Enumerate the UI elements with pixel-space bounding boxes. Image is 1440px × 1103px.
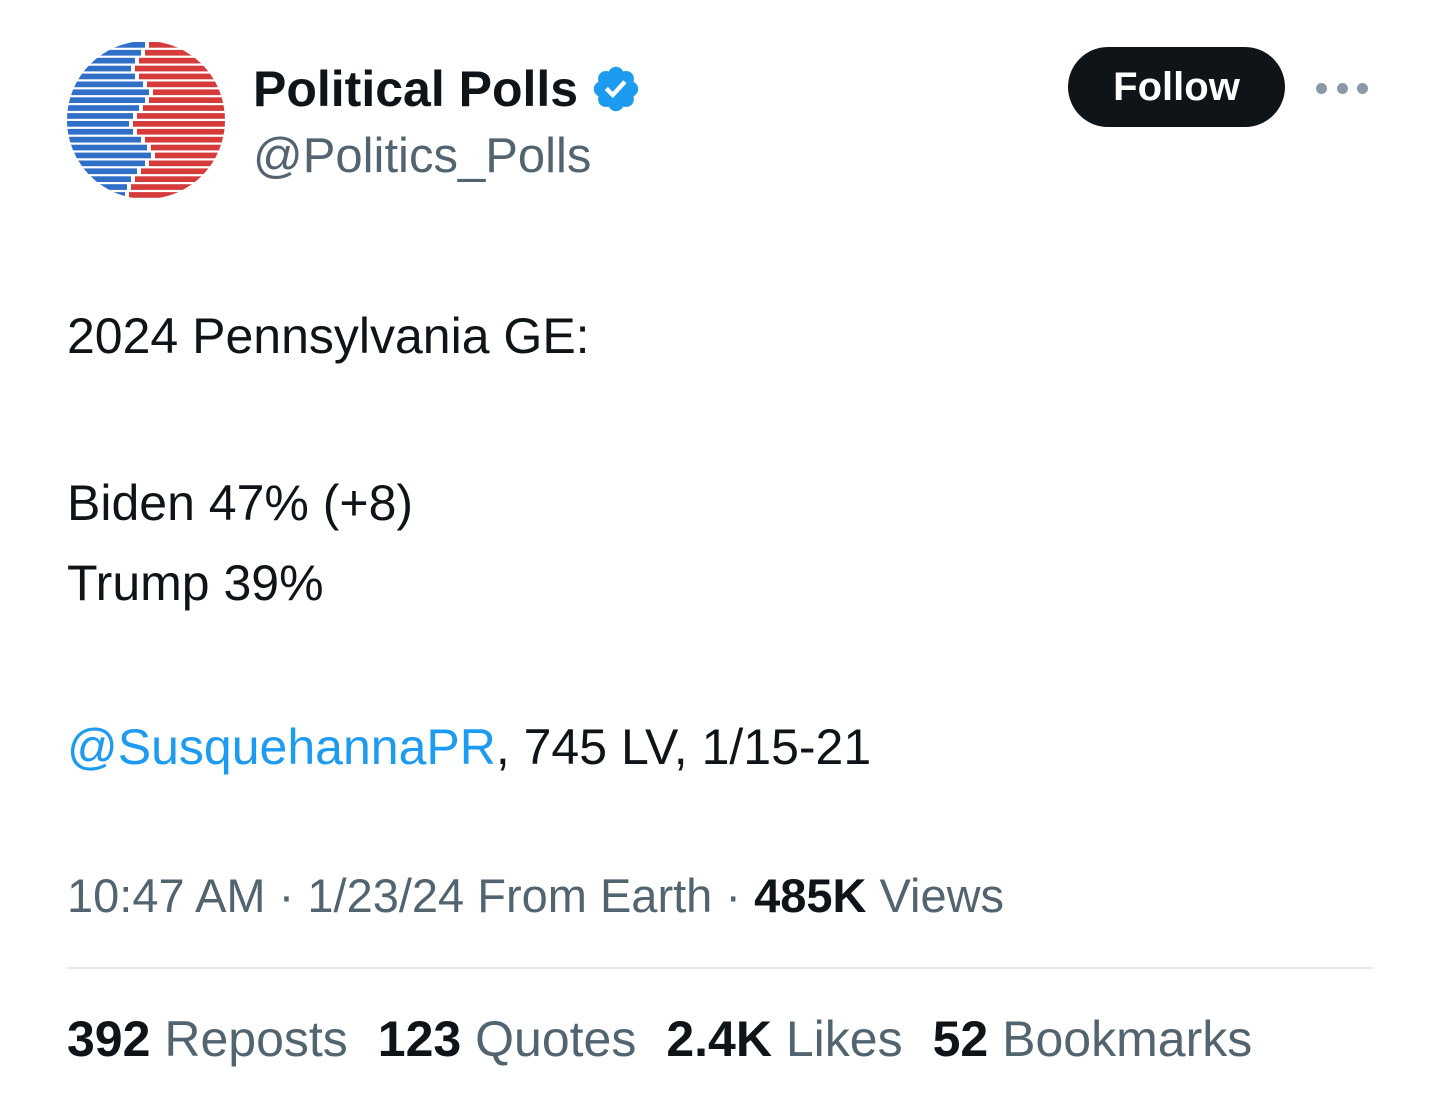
more-options-icon[interactable] bbox=[1316, 76, 1368, 100]
tweet-line-biden: Biden 47% (+8) bbox=[67, 475, 414, 531]
tweet-line-source: @SusquehannaPR, 745 LV, 1/15-21 bbox=[67, 707, 1367, 787]
follow-button[interactable]: Follow bbox=[1068, 47, 1285, 127]
bookmarks-count: 52 bbox=[932, 1011, 989, 1067]
verified-badge-icon[interactable] bbox=[590, 63, 642, 115]
source-details: , 745 LV, 1/15-21 bbox=[495, 719, 872, 775]
tweet-time[interactable]: 10:47 AM bbox=[67, 869, 266, 922]
dot bbox=[1316, 82, 1327, 94]
political-polls-logo-icon bbox=[67, 42, 225, 198]
views-label: Views bbox=[879, 869, 1005, 922]
tweet-line-title: 2024 Pennsylvania GE: bbox=[67, 308, 590, 364]
tweet-body: 2024 Pennsylvania GE: Biden 47% (+8) Tru… bbox=[67, 296, 1367, 787]
reposts-label: Reposts bbox=[164, 1011, 348, 1067]
bookmarks-label: Bookmarks bbox=[1002, 1011, 1253, 1067]
quotes-label: Quotes bbox=[475, 1011, 637, 1067]
mention-link[interactable]: @SusquehannaPR bbox=[67, 719, 496, 775]
dot bbox=[1357, 82, 1368, 94]
separator-dot: · bbox=[278, 869, 295, 922]
views-count: 485K bbox=[754, 869, 867, 922]
display-name[interactable]: Political Polls bbox=[253, 60, 642, 118]
likes-count: 2.4K bbox=[666, 1011, 772, 1067]
quotes-count: 123 bbox=[377, 1011, 462, 1067]
separator-dot: · bbox=[725, 869, 742, 922]
dot bbox=[1336, 82, 1348, 94]
tweet-line-trump: Trump 39% bbox=[67, 555, 324, 611]
tweet-source: From Earth bbox=[477, 869, 713, 922]
quotes-stat[interactable]: 123 Quotes bbox=[378, 1008, 637, 1070]
tweet-date[interactable]: 1/23/24 bbox=[307, 869, 464, 922]
reposts-stat[interactable]: 392 Reposts bbox=[67, 1008, 348, 1070]
divider bbox=[67, 967, 1373, 969]
engagement-stats: 392 Reposts 123 Quotes 2.4K Likes 52 Boo… bbox=[67, 1008, 1252, 1070]
avatar[interactable] bbox=[67, 41, 225, 199]
display-name-text: Political Polls bbox=[253, 61, 579, 117]
likes-label: Likes bbox=[785, 1011, 903, 1067]
likes-stat[interactable]: 2.4K Likes bbox=[666, 1008, 902, 1070]
user-handle[interactable]: @Politics_Polls bbox=[253, 127, 591, 185]
bookmarks-stat[interactable]: 52 Bookmarks bbox=[933, 1008, 1253, 1070]
reposts-count: 392 bbox=[67, 1011, 151, 1067]
tweet-metadata: 10:47 AM · 1/23/24 From Earth · 485K Vie… bbox=[67, 866, 1004, 926]
